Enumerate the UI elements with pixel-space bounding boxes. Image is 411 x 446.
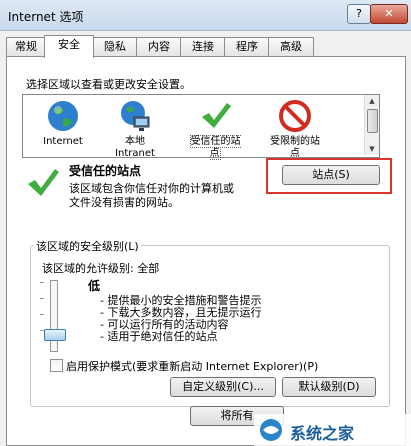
security-level-slider[interactable] (50, 280, 58, 352)
tab-advanced[interactable]: 高级 (268, 37, 314, 57)
zone-list: Internet 本地 Intranet 受信任的站 点 受限制的站 点 ▲ ▼ (22, 94, 380, 160)
logo-icon (260, 419, 282, 441)
level-desc-line: - 适用于绝对信任的站点 (100, 330, 218, 343)
trusted-check-icon (28, 169, 59, 196)
zone-restricted[interactable]: 受限制的站 点 (255, 99, 335, 160)
restricted-icon (279, 100, 311, 132)
slider-thumb[interactable] (44, 329, 66, 341)
protected-mode-checkbox[interactable] (50, 359, 63, 372)
title-bar: Internet 选项 ? ✕ (0, 0, 411, 31)
zone-internet[interactable]: Internet (23, 99, 103, 148)
scroll-thumb[interactable] (367, 109, 378, 133)
security-level-label: 该区域的安全级别(L) (34, 238, 141, 254)
selected-zone-desc: 文件没有损害的网站。 (69, 196, 179, 209)
tab-programs[interactable]: 程序 (224, 37, 270, 57)
custom-level-button[interactable]: 自定义级别(C)... (170, 377, 276, 397)
tab-privacy[interactable]: 隐私 (92, 37, 138, 57)
globe-icon (48, 101, 78, 131)
zone-label: 本地 Intranet (115, 136, 155, 159)
tab-general[interactable]: 常规 (6, 37, 46, 57)
zone-intranet[interactable]: 本地 Intranet (95, 99, 175, 160)
help-button[interactable]: ? (347, 4, 371, 24)
slider-tick (40, 314, 44, 315)
intranet-icon (121, 101, 150, 131)
scroll-up-icon[interactable]: ▲ (365, 95, 379, 107)
protected-mode-label: 启用保护模式(要求重新启动 Internet Explorer)(P) (66, 360, 319, 373)
default-level-button[interactable]: 默认级别(D) (282, 377, 376, 397)
zone-trusted[interactable]: 受信任的站 点 (175, 99, 255, 160)
check-icon (202, 103, 231, 128)
slider-tick (40, 298, 44, 299)
scroll-down-icon[interactable]: ▼ (365, 143, 379, 155)
tab-connections[interactable]: 连接 (180, 37, 226, 57)
level-name: 低 (88, 279, 101, 293)
sites-button[interactable]: 站点(S) (282, 165, 380, 185)
allowed-levels-text: 该区域的允许级别: 全部 (42, 262, 160, 275)
selected-zone-title: 受信任的站点 (69, 164, 142, 178)
zone-scrollbar[interactable]: ▲ ▼ (364, 95, 379, 155)
select-zone-text: 选择区域以查看或更改安全设置。 (26, 78, 191, 91)
slider-tick (40, 282, 44, 283)
watermark-text: 系统之家 (290, 424, 355, 443)
zone-label: 受限制的站 点 (270, 136, 320, 159)
tab-content[interactable]: 内容 (136, 37, 182, 57)
window-title: Internet 选项 (8, 10, 84, 24)
watermark: 系统之家 (254, 414, 411, 446)
zone-label: 受信任的站 点 (189, 135, 241, 160)
zone-label: Internet (43, 136, 83, 147)
close-button[interactable]: ✕ (370, 4, 408, 24)
tab-security[interactable]: 安全 (44, 35, 94, 58)
